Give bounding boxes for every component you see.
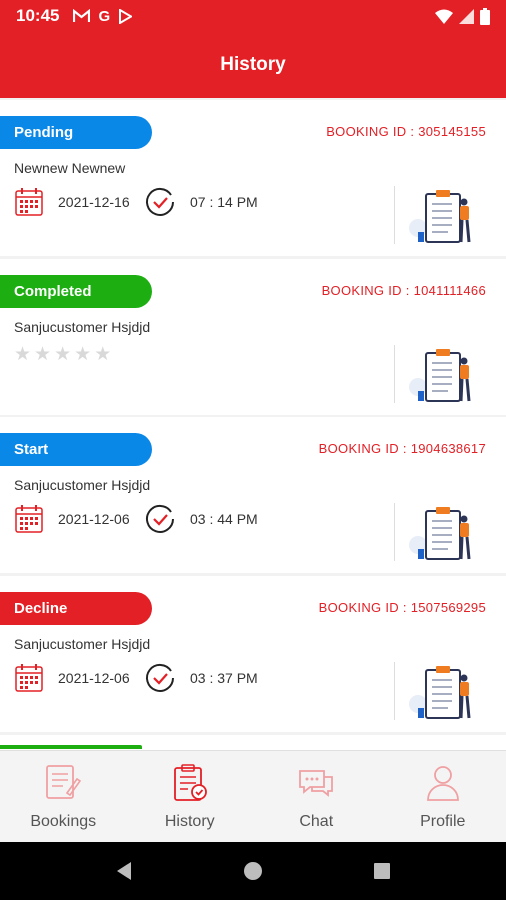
nav-bookings-label: Bookings (30, 813, 97, 830)
history-icon (173, 764, 207, 801)
booking-card[interactable]: Pending BOOKING ID : 305145155 Newnew Ne… (0, 100, 506, 256)
booking-id: BOOKING ID : 1507569295 (318, 600, 486, 615)
bottom-nav: Bookings History Chat Profile (0, 750, 506, 842)
system-nav-bar (0, 842, 506, 900)
nav-history[interactable]: History (127, 751, 254, 842)
booking-time: 07 : 14 PM (190, 194, 258, 210)
booking-card[interactable] (0, 735, 506, 750)
nav-profile[interactable]: Profile (380, 751, 506, 842)
play-store-icon (119, 8, 133, 24)
booking-date: 2021-12-06 (58, 511, 130, 527)
divider (394, 345, 395, 403)
booking-date: 2021-12-06 (58, 670, 130, 686)
calendar-icon (15, 505, 43, 533)
status-time: 10:45 (16, 6, 60, 25)
clipboard-illustration-icon (409, 666, 471, 719)
booking-id: BOOKING ID : 1904638617 (318, 441, 486, 456)
divider (394, 186, 395, 244)
booking-id: BOOKING ID : 305145155 (326, 124, 486, 139)
status-badge-pending: Pending (0, 116, 152, 149)
star-icon[interactable]: ★ (54, 345, 71, 364)
booking-card[interactable]: Decline BOOKING ID : 1507569295 Sanjucus… (0, 576, 506, 732)
status-badge-start: Start (0, 433, 152, 466)
star-icon[interactable]: ★ (14, 345, 31, 364)
clock-check-icon (146, 187, 174, 216)
status-bar: 10:45 G (0, 0, 506, 32)
clipboard-illustration-icon (409, 349, 471, 402)
divider (394, 662, 395, 720)
google-icon: G (98, 7, 111, 25)
clipboard-illustration-icon (409, 190, 471, 243)
page-title: History (220, 54, 286, 75)
booking-id: BOOKING ID : 1041111466 (321, 283, 486, 298)
profile-icon (426, 766, 459, 801)
rating-stars[interactable]: ★ ★ ★ ★ ★ (14, 345, 111, 364)
back-icon[interactable] (113, 860, 135, 882)
battery-icon (480, 7, 490, 25)
calendar-icon (15, 664, 43, 692)
status-badge-partial (0, 745, 142, 749)
customer-name: Sanjucustomer Hsjdjd (14, 636, 151, 652)
home-icon[interactable] (242, 860, 264, 882)
gmail-icon (73, 9, 91, 22)
clock-check-icon (146, 504, 174, 533)
booking-card[interactable]: Completed BOOKING ID : 1041111466 Sanjuc… (0, 259, 506, 415)
star-icon[interactable]: ★ (74, 345, 91, 364)
clipboard-illustration-icon (409, 507, 471, 560)
booking-date: 2021-12-16 (58, 194, 130, 210)
nav-profile-label: Profile (420, 813, 466, 830)
clock-check-icon (146, 663, 174, 692)
wifi-icon (435, 9, 453, 24)
star-icon[interactable]: ★ (94, 345, 111, 364)
booking-history-list[interactable]: Pending BOOKING ID : 305145155 Newnew Ne… (0, 98, 506, 750)
customer-name: Sanjucustomer Hsjdjd (14, 319, 151, 335)
signal-icon (459, 8, 474, 24)
app-bar: History (0, 32, 506, 98)
chat-icon (299, 770, 334, 797)
recents-icon[interactable] (371, 860, 393, 882)
nav-chat-label: Chat (299, 813, 334, 830)
booking-time: 03 : 37 PM (190, 670, 258, 686)
customer-name: Newnew Newnew (14, 160, 126, 176)
nav-history-label: History (164, 813, 215, 830)
status-badge-decline: Decline (0, 592, 152, 625)
calendar-icon (15, 188, 43, 216)
status-badge-completed: Completed (0, 275, 152, 308)
nav-bookings[interactable]: Bookings (0, 751, 127, 842)
booking-time: 03 : 44 PM (190, 511, 258, 527)
star-icon[interactable]: ★ (34, 345, 51, 364)
booking-card[interactable]: Start BOOKING ID : 1904638617 Sanjucusto… (0, 417, 506, 573)
customer-name: Sanjucustomer Hsjdjd (14, 477, 151, 493)
nav-chat[interactable]: Chat (253, 751, 380, 842)
bookings-icon (46, 765, 82, 799)
divider (394, 503, 395, 561)
